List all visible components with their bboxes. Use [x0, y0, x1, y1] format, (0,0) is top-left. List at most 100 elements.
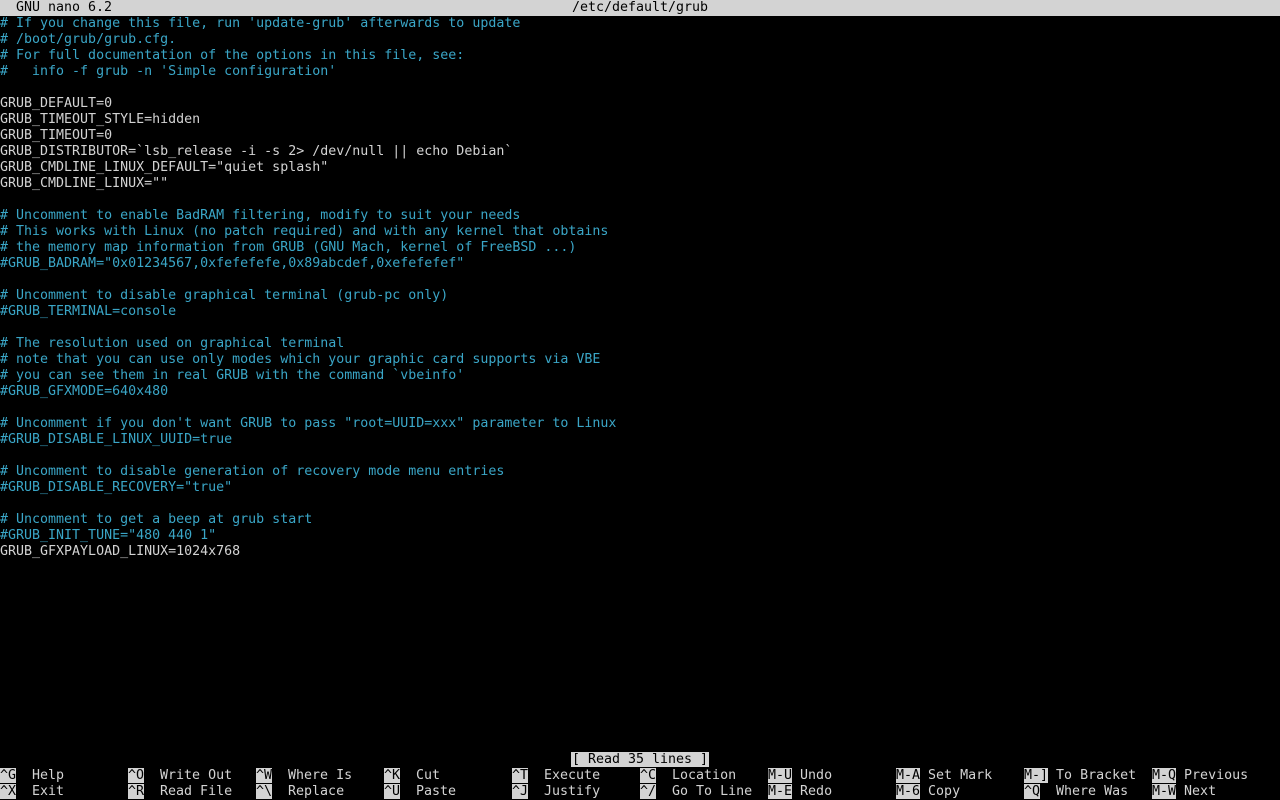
shortcut-key: M-U	[768, 768, 793, 783]
shortcut-key: ^U	[384, 784, 401, 799]
editor-line[interactable]: GRUB_CMDLINE_LINUX=""	[0, 176, 1280, 192]
editor-line[interactable]	[0, 448, 1280, 464]
editor-line[interactable]: GRUB_DEFAULT=0	[0, 96, 1280, 112]
title-bar: /etc/default/grub GNU nano 6.2	[0, 0, 1280, 16]
editor-line[interactable]	[0, 272, 1280, 288]
shortcut-justify[interactable]: ^J Justify	[512, 784, 600, 800]
shortcut-to-bracket[interactable]: M-] To Bracket	[1024, 768, 1136, 784]
editor-line[interactable]: # For full documentation of the options …	[0, 48, 1280, 64]
editor-line[interactable]: # Uncomment to get a beep at grub start	[0, 512, 1280, 528]
shortcut-key: M-E	[768, 784, 793, 799]
file-path: /etc/default/grub	[571, 0, 709, 15]
shortcut-label: Location	[672, 768, 737, 783]
shortcut-label: Justify	[544, 784, 601, 799]
editor-line[interactable]: #GRUB_BADRAM="0x01234567,0xfefefefe,0x89…	[0, 256, 1280, 272]
editor-line[interactable]: GRUB_DISTRIBUTOR=`lsb_release -i -s 2> /…	[0, 144, 1280, 160]
editor-line[interactable]: GRUB_GFXPAYLOAD_LINUX=1024x768	[0, 544, 1280, 560]
shortcut-gap	[528, 784, 544, 799]
shortcut-label: Copy	[928, 784, 961, 799]
shortcut-where-is[interactable]: ^W Where Is	[256, 768, 352, 784]
editor-line[interactable]: GRUB_TIMEOUT_STYLE=hidden	[0, 112, 1280, 128]
shortcut-label: Redo	[800, 784, 833, 799]
shortcut-go-to-line[interactable]: ^/ Go To Line	[640, 784, 752, 800]
shortcut-key: ^O	[128, 768, 145, 783]
shortcut-label: Set Mark	[928, 768, 993, 783]
editor-area[interactable]: # If you change this file, run 'update-g…	[0, 16, 1280, 560]
shortcut-key: ^W	[256, 768, 273, 783]
shortcut-gap	[400, 784, 416, 799]
shortcut-help[interactable]: ^G Help	[0, 768, 64, 784]
editor-line[interactable]: # Uncomment if you don't want GRUB to pa…	[0, 416, 1280, 432]
shortcut-key: ^G	[0, 768, 17, 783]
status-bar: [ Read 35 lines ]	[0, 752, 1280, 768]
editor-line[interactable]	[0, 320, 1280, 336]
shortcut-read-file[interactable]: ^R Read File	[128, 784, 232, 800]
editor-line[interactable]: GRUB_TIMEOUT=0	[0, 128, 1280, 144]
shortcut-previous[interactable]: M-Q Previous	[1152, 768, 1248, 784]
editor-line[interactable]: #GRUB_DISABLE_RECOVERY="true"	[0, 480, 1280, 496]
shortcut-label: Paste	[416, 784, 457, 799]
editor-line[interactable]: GRUB_CMDLINE_LINUX_DEFAULT="quiet splash…	[0, 160, 1280, 176]
editor-line[interactable]: # you can see them in real GRUB with the…	[0, 368, 1280, 384]
shortcut-key: ^/	[640, 784, 657, 799]
shortcut-key: M-A	[896, 768, 921, 783]
shortcut-replace[interactable]: ^\ Replace	[256, 784, 344, 800]
shortcut-gap	[656, 784, 672, 799]
shortcut-key: M-Q	[1152, 768, 1177, 783]
shortcut-paste[interactable]: ^U Paste	[384, 784, 456, 800]
shortcut-label: Go To Line	[672, 784, 753, 799]
editor-line[interactable]: # info -f grub -n 'Simple configuration'	[0, 64, 1280, 80]
shortcut-cut[interactable]: ^K Cut	[384, 768, 440, 784]
shortcut-label: Execute	[544, 768, 601, 783]
shortcut-gap	[1048, 768, 1056, 783]
editor-line[interactable]: #GRUB_INIT_TUNE="480 440 1"	[0, 528, 1280, 544]
editor-line[interactable]: # /boot/grub/grub.cfg.	[0, 32, 1280, 48]
shortcut-label: Read File	[160, 784, 233, 799]
editor-line[interactable]: # Uncomment to enable BadRAM filtering, …	[0, 208, 1280, 224]
shortcut-gap	[272, 784, 288, 799]
shortcut-label: Previous	[1184, 768, 1249, 783]
shortcut-label: Exit	[32, 784, 65, 799]
shortcut-where-was[interactable]: ^Q Where Was	[1024, 784, 1128, 800]
shortcut-next[interactable]: M-W Next	[1152, 784, 1216, 800]
shortcut-copy[interactable]: M-6 Copy	[896, 784, 960, 800]
shortcut-label: Where Is	[288, 768, 353, 783]
editor-line[interactable]: # This works with Linux (no patch requir…	[0, 224, 1280, 240]
editor-line[interactable]	[0, 400, 1280, 416]
editor-line[interactable]: #GRUB_GFXMODE=640x480	[0, 384, 1280, 400]
app-name: GNU nano 6.2	[16, 0, 113, 15]
shortcut-key: ^C	[640, 768, 657, 783]
shortcut-gap	[528, 768, 544, 783]
status-message: [ Read 35 lines ]	[570, 752, 710, 767]
editor-line[interactable]	[0, 80, 1280, 96]
editor-line[interactable]	[0, 192, 1280, 208]
editor-line[interactable]: #GRUB_DISABLE_LINUX_UUID=true	[0, 432, 1280, 448]
editor-line[interactable]: #GRUB_TERMINAL=console	[0, 304, 1280, 320]
shortcut-write-out[interactable]: ^O Write Out	[128, 768, 232, 784]
editor-line[interactable]: # note that you can use only modes which…	[0, 352, 1280, 368]
shortcut-gap	[144, 768, 160, 783]
shortcut-redo[interactable]: M-E Redo	[768, 784, 832, 800]
shortcut-key: ^J	[512, 784, 529, 799]
shortcut-gap	[1176, 768, 1184, 783]
shortcut-label: Next	[1184, 784, 1217, 799]
shortcut-label: Help	[32, 768, 65, 783]
shortcut-gap	[1176, 784, 1184, 799]
editor-line[interactable]: # If you change this file, run 'update-g…	[0, 16, 1280, 32]
shortcut-location[interactable]: ^C Location	[640, 768, 736, 784]
shortcut-label: Where Was	[1056, 784, 1129, 799]
shortcut-undo[interactable]: M-U Undo	[768, 768, 832, 784]
shortcut-gap	[1040, 784, 1056, 799]
shortcut-execute[interactable]: ^T Execute	[512, 768, 600, 784]
editor-line[interactable]: # Uncomment to disable generation of rec…	[0, 464, 1280, 480]
editor-line[interactable]	[0, 496, 1280, 512]
shortcut-exit[interactable]: ^X Exit	[0, 784, 64, 800]
editor-line[interactable]: # The resolution used on graphical termi…	[0, 336, 1280, 352]
shortcut-set-mark[interactable]: M-A Set Mark	[896, 768, 992, 784]
shortcut-gap	[400, 768, 416, 783]
shortcut-gap	[656, 768, 672, 783]
shortcut-gap	[792, 768, 800, 783]
editor-line[interactable]: # the memory map information from GRUB (…	[0, 240, 1280, 256]
shortcut-key: ^\	[256, 784, 273, 799]
editor-line[interactable]: # Uncomment to disable graphical termina…	[0, 288, 1280, 304]
